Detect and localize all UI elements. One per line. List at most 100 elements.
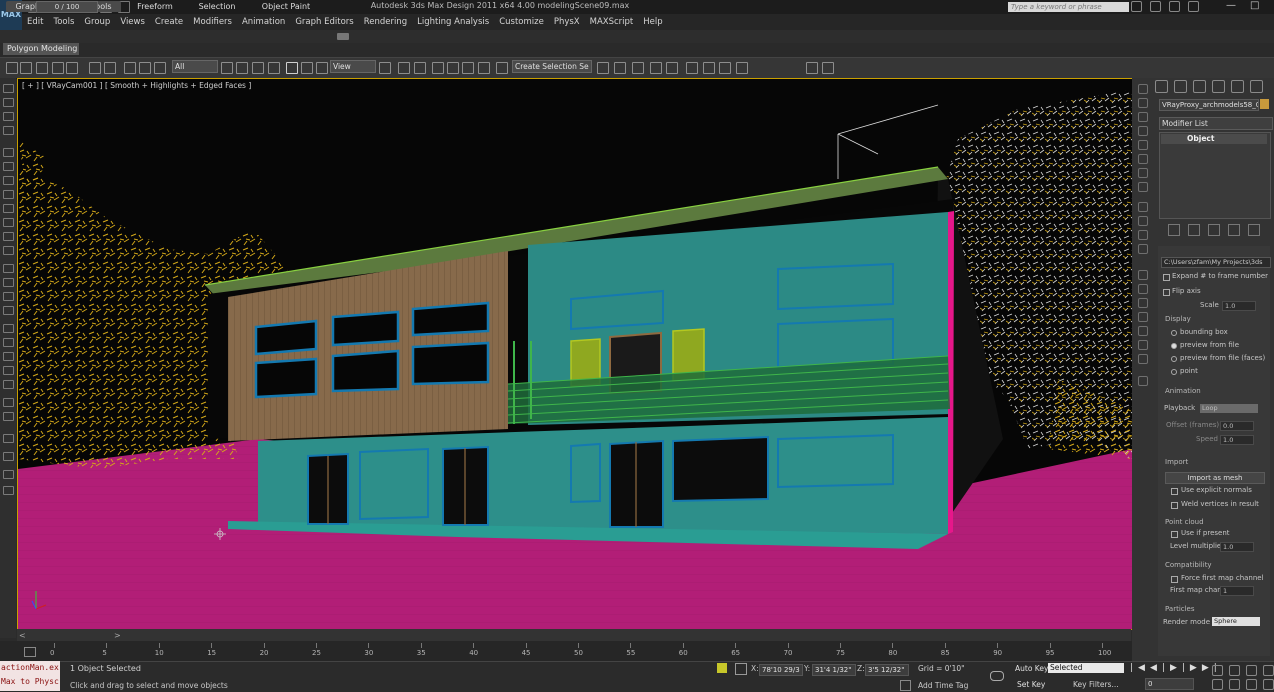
mini-curve-editor-icon[interactable] — [24, 647, 36, 657]
perspective-viewport[interactable]: [ + ] [ VRayCam001 ] [ Smooth + Highligh… — [17, 78, 1133, 630]
modifier-list-dropdown[interactable]: Modifier List — [1159, 117, 1273, 130]
preview-faces-radio[interactable] — [1171, 356, 1177, 362]
left-tool-4-icon[interactable] — [3, 126, 14, 135]
menu-help[interactable]: Help — [638, 17, 667, 27]
left-tool-1-icon[interactable] — [3, 84, 14, 93]
use-if-present-checkbox[interactable] — [1171, 531, 1178, 538]
zoom-extents-icon[interactable] — [1246, 665, 1257, 676]
angle-snap-icon[interactable] — [447, 62, 459, 74]
strip-tool-19-icon[interactable] — [1138, 354, 1148, 364]
left-tool-5-icon[interactable] — [3, 148, 14, 157]
menu-group[interactable]: Group — [79, 17, 115, 27]
schematic-view-icon[interactable] — [686, 62, 698, 74]
left-tool-27-icon[interactable] — [3, 486, 14, 495]
menu-rendering[interactable]: Rendering — [359, 17, 412, 27]
left-tool-15-icon[interactable] — [3, 292, 14, 301]
left-tool-3-icon[interactable] — [3, 112, 14, 121]
tab-freeform[interactable]: Freeform — [130, 1, 180, 12]
render-activeshade-icon[interactable] — [822, 62, 834, 74]
render-setup-icon[interactable] — [719, 62, 731, 74]
speed-field[interactable]: 1.0 — [1220, 435, 1254, 445]
preview-from-file-radio[interactable] — [1171, 343, 1177, 349]
graphite-modeling-icon[interactable] — [650, 62, 662, 74]
zoom-icon[interactable] — [1212, 665, 1223, 676]
left-tool-9-icon[interactable] — [3, 204, 14, 213]
add-time-tag[interactable]: Add Time Tag — [918, 681, 968, 690]
flip-axis-checkbox[interactable] — [1163, 289, 1170, 296]
set-key-button[interactable]: Set Key — [1017, 680, 1045, 689]
left-tool-23-icon[interactable] — [3, 412, 14, 421]
help-icon[interactable] — [1188, 1, 1199, 12]
strip-tool-15-icon[interactable] — [1138, 298, 1148, 308]
left-tool-11-icon[interactable] — [3, 232, 14, 241]
strip-tool-13-icon[interactable] — [1138, 270, 1148, 280]
display-tab-icon[interactable] — [1231, 80, 1244, 93]
strip-tool-17-icon[interactable] — [1138, 326, 1148, 336]
make-unique-icon[interactable] — [1208, 224, 1220, 236]
previous-frame-icon[interactable]: ◀| — [1150, 663, 1170, 673]
left-tool-26-icon[interactable] — [3, 470, 14, 479]
menu-maxscript[interactable]: MAXScript — [585, 17, 639, 27]
communication-icon[interactable] — [1150, 1, 1161, 12]
pin-stack-icon[interactable] — [1168, 224, 1180, 236]
left-tool-18-icon[interactable] — [3, 338, 14, 347]
motion-tab-icon[interactable] — [1212, 80, 1225, 93]
field-of-view-icon[interactable] — [1263, 665, 1274, 676]
strip-tool-4-icon[interactable] — [1138, 126, 1148, 136]
left-tool-7-icon[interactable] — [3, 176, 14, 185]
undo-toolbar-icon[interactable] — [89, 62, 101, 74]
minimize-button[interactable]: — — [1226, 0, 1236, 11]
pivot-center-icon[interactable] — [379, 62, 391, 74]
playback-dropdown[interactable]: Loop — [1200, 404, 1258, 413]
strip-tool-20-icon[interactable] — [1138, 376, 1148, 386]
curve-editor-icon[interactable] — [666, 62, 678, 74]
left-tool-10-icon[interactable] — [3, 218, 14, 227]
redo-toolbar-icon[interactable] — [104, 62, 116, 74]
spinner-snap-icon[interactable] — [478, 62, 490, 74]
point-radio[interactable] — [1171, 369, 1177, 375]
strip-tool-6-icon[interactable] — [1138, 154, 1148, 164]
mirror-icon[interactable] — [597, 62, 609, 74]
left-tool-22-icon[interactable] — [3, 398, 14, 407]
unlink-selection-icon[interactable] — [139, 62, 151, 74]
maximize-viewport-icon[interactable] — [1263, 679, 1274, 690]
render-production-icon[interactable] — [806, 62, 818, 74]
remove-modifier-icon[interactable] — [1228, 224, 1240, 236]
next-frame-icon[interactable]: |▶ — [1182, 663, 1202, 673]
viewport-label[interactable]: [ + ] [ VRayCam001 ] [ Smooth + Highligh… — [22, 81, 251, 90]
select-and-link-icon[interactable] — [124, 62, 136, 74]
select-manipulate-icon[interactable] — [398, 62, 410, 74]
snaps-toggle-icon[interactable] — [432, 62, 444, 74]
level-multiplier-field[interactable]: 1.0 — [1220, 542, 1254, 552]
object-color-swatch[interactable] — [1260, 99, 1269, 109]
left-tool-13-icon[interactable] — [3, 264, 14, 273]
strip-tool-8-icon[interactable] — [1138, 182, 1148, 192]
favorites-star-icon[interactable] — [1169, 1, 1180, 12]
menu-animation[interactable]: Animation — [237, 17, 290, 27]
key-selection-dropdown[interactable]: Selected — [1048, 663, 1124, 673]
select-and-scale-icon[interactable] — [316, 62, 328, 74]
first-map-channel-field[interactable]: 1 — [1220, 586, 1254, 596]
offset-field[interactable]: 0.0 — [1220, 421, 1254, 431]
selection-lock-icon[interactable] — [717, 663, 727, 673]
bounding-box-radio[interactable] — [1171, 330, 1177, 336]
render-mode-dropdown[interactable]: Sphere — [1212, 617, 1260, 626]
y-coord-field[interactable]: 31'4 1/32" — [812, 664, 856, 676]
modifier-stack[interactable] — [1159, 132, 1271, 219]
strip-tool-3-icon[interactable] — [1138, 112, 1148, 122]
time-slider[interactable] — [17, 629, 1131, 641]
expand-frame-checkbox[interactable] — [1163, 274, 1170, 281]
left-tool-19-icon[interactable] — [3, 352, 14, 361]
explicit-normals-checkbox[interactable] — [1171, 488, 1178, 495]
auto-key-button[interactable]: Auto Key — [1015, 664, 1048, 673]
pan-icon[interactable] — [1212, 679, 1223, 690]
create-tab-icon[interactable] — [1155, 80, 1168, 93]
time-slider-right-arrow[interactable]: > — [114, 631, 121, 640]
utilities-tab-icon[interactable] — [1250, 80, 1263, 93]
absolute-mode-icon[interactable] — [735, 663, 747, 675]
current-frame-field[interactable]: 0 — [1145, 678, 1194, 690]
import-as-mesh-button[interactable]: Import as mesh — [1165, 472, 1265, 484]
set-key-icon[interactable] — [990, 671, 1004, 681]
left-tool-12-icon[interactable] — [3, 246, 14, 255]
strip-tool-9-icon[interactable] — [1138, 202, 1148, 212]
